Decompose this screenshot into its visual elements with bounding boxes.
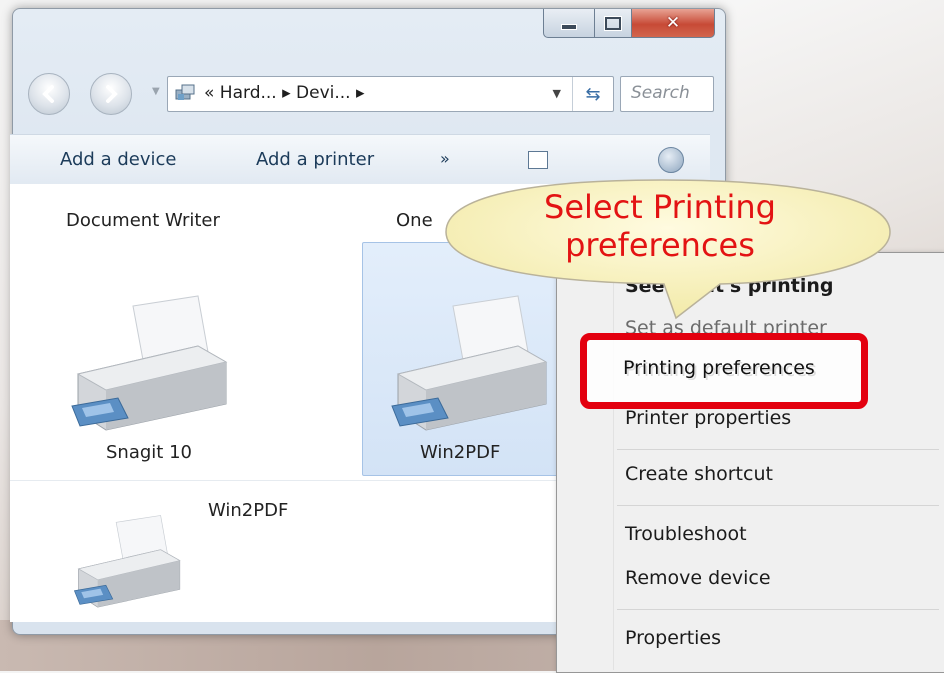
- device-label-win2pdf-second[interactable]: Win2PDF: [208, 500, 288, 521]
- address-path: « Hard... ▸ Devi... ▸: [204, 83, 365, 103]
- context-menu: See what's printing Set as default print…: [556, 252, 944, 673]
- refresh-icon: ⇆: [585, 83, 601, 105]
- menu-gutter: [613, 255, 614, 670]
- minimize-icon: [561, 24, 577, 30]
- menu-item-properties[interactable]: Properties: [625, 627, 721, 649]
- menu-item-troubleshoot[interactable]: Troubleshoot: [625, 523, 747, 545]
- menu-item-create-shortcut[interactable]: Create shortcut: [625, 463, 773, 485]
- menu-item-printer-properties[interactable]: Printer properties: [625, 407, 791, 429]
- address-dropdown-icon[interactable]: ▼: [553, 87, 561, 100]
- more-commands-button[interactable]: »: [440, 149, 450, 168]
- search-input[interactable]: Search: [620, 76, 714, 112]
- maximize-button[interactable]: [595, 9, 632, 38]
- device-label-document-writer[interactable]: Document Writer: [66, 210, 220, 231]
- device-label-snagit[interactable]: Snagit 10: [106, 442, 192, 463]
- menu-item-see-whats-printing[interactable]: See what's printing: [625, 275, 834, 297]
- menu-separator: [617, 609, 939, 610]
- menu-separator: [617, 449, 939, 450]
- close-button[interactable]: ✕: [632, 9, 715, 38]
- command-bar: Add a device Add a printer »: [10, 134, 710, 185]
- caption-buttons: ✕: [543, 9, 715, 39]
- callout-line-1: Select Printing: [544, 188, 776, 226]
- printer-icon[interactable]: [48, 294, 238, 434]
- minimize-button[interactable]: [543, 9, 595, 38]
- navigation-bar: ▼ « Hard... ▸ Devi... ▸ ▼ ⇆ Search: [14, 70, 714, 116]
- add-printer-button[interactable]: Add a printer: [256, 149, 374, 170]
- change-view-icon[interactable]: [528, 151, 548, 169]
- menu-separator: [617, 505, 939, 506]
- forward-arrow-icon: [106, 85, 118, 103]
- highlighted-menu-item-printing-preferences[interactable]: Printing preferences: [623, 357, 815, 379]
- close-icon: ✕: [665, 13, 681, 33]
- address-bar[interactable]: « Hard... ▸ Devi... ▸ ▼ ⇆: [167, 76, 614, 112]
- recent-pages-chevron-icon[interactable]: ▼: [152, 86, 160, 97]
- callout-text: Select Printing preferences: [470, 188, 850, 264]
- menu-item-remove-device[interactable]: Remove device: [625, 567, 771, 589]
- forward-button[interactable]: [90, 73, 132, 115]
- add-device-button[interactable]: Add a device: [60, 149, 176, 170]
- device-label-win2pdf[interactable]: Win2PDF: [420, 442, 500, 463]
- devices-folder-icon: [175, 84, 195, 100]
- printer-icon[interactable]: [58, 514, 188, 610]
- refresh-button[interactable]: ⇆: [572, 77, 613, 111]
- device-label-onenote[interactable]: One: [396, 210, 433, 231]
- maximize-icon: [605, 16, 621, 30]
- help-icon[interactable]: [658, 147, 684, 173]
- printer-icon[interactable]: [368, 294, 558, 434]
- back-arrow-icon: [42, 85, 54, 103]
- search-placeholder: Search: [631, 83, 690, 103]
- back-button[interactable]: [28, 73, 70, 115]
- callout-line-2: preferences: [565, 226, 755, 264]
